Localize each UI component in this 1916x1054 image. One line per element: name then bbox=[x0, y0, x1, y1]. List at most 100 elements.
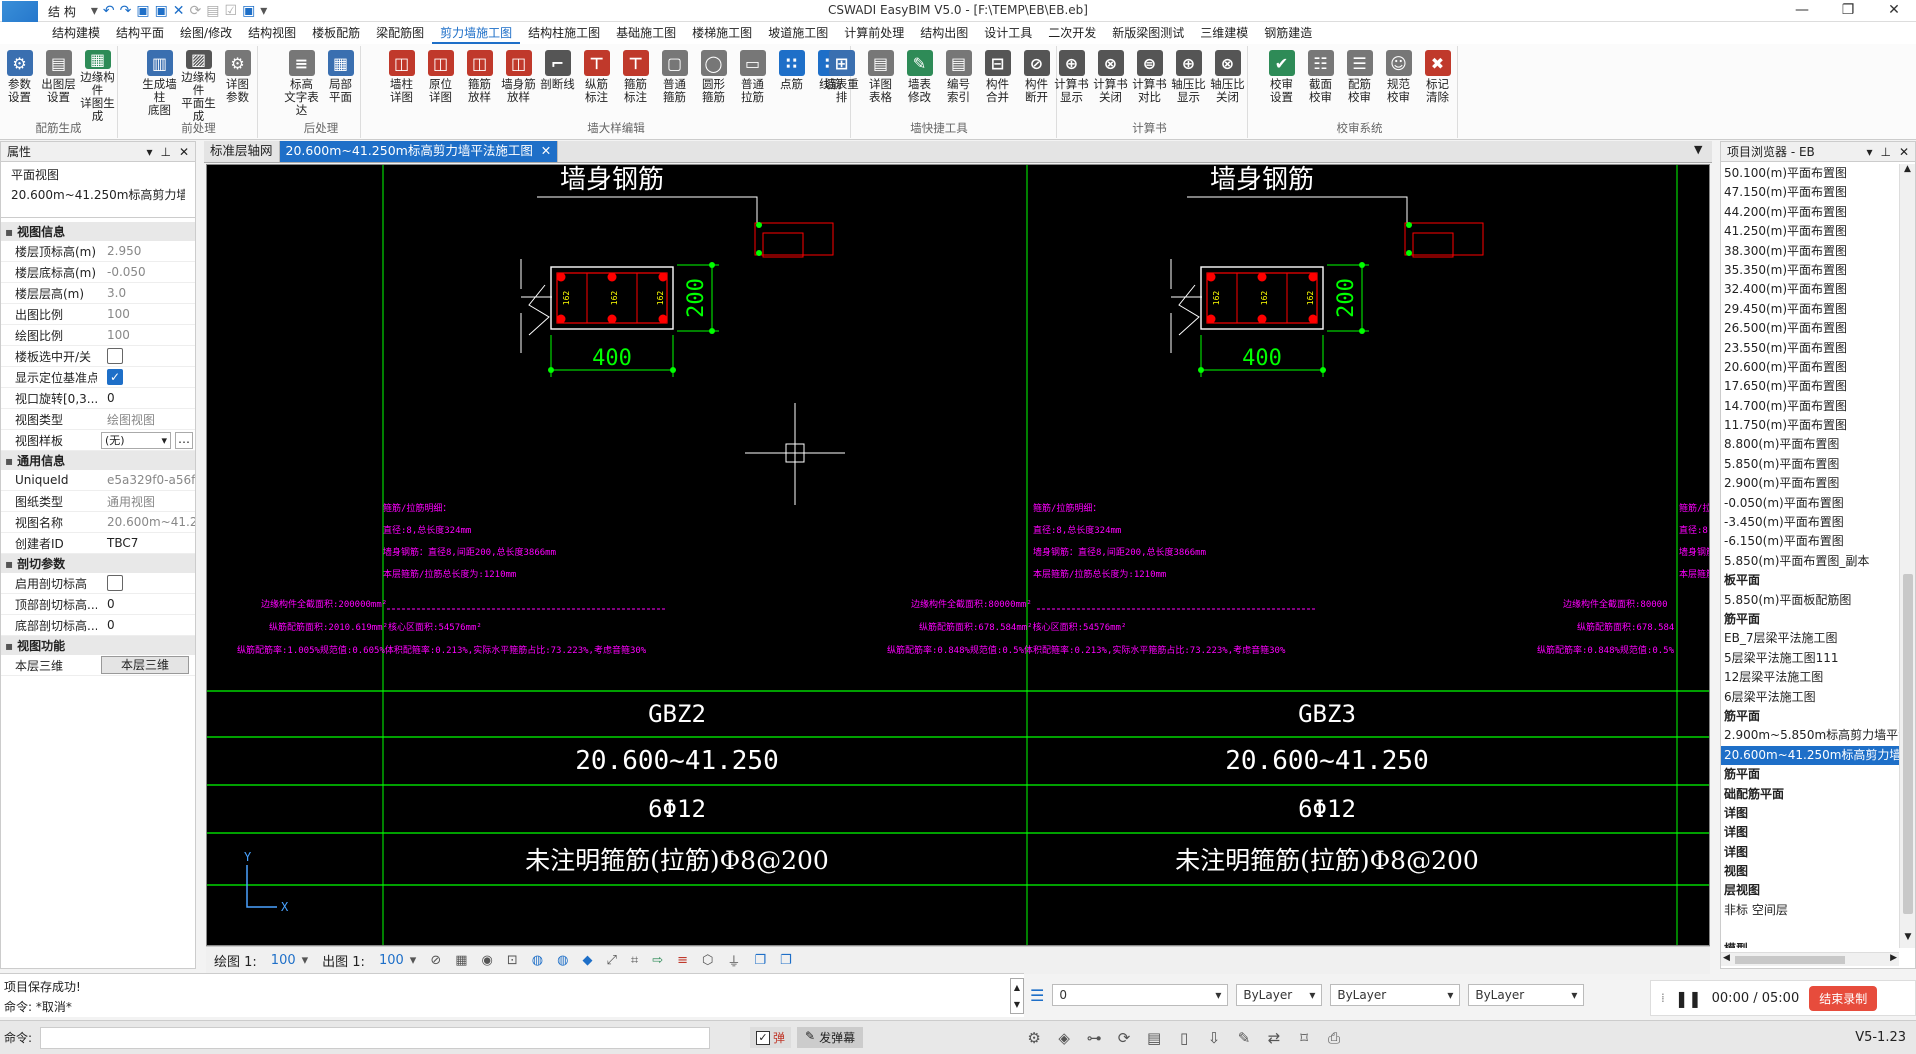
linetype-select[interactable]: ByLayer ▾ bbox=[1330, 984, 1461, 1006]
restore-icon[interactable]: ❐ bbox=[1826, 0, 1870, 22]
ribbon-button[interactable]: ▨ 边缘构件 平面生成 bbox=[179, 46, 218, 123]
command-area[interactable]: 项目保存成功! 命令: *取消* ▲ ▼ bbox=[0, 973, 1024, 1017]
ribbon-button[interactable]: ⊗ 轴压比 关闭 bbox=[1208, 46, 1247, 118]
view-template-select[interactable]: (无) ▾ bbox=[101, 431, 171, 449]
drawing-canvas[interactable]: 墙身钢筋 162 162 162 200 400 箍筋/拉筋明细： 直径:8,总长度324mm… bbox=[206, 164, 1710, 946]
ribbon-button[interactable]: ☰ 配筋 校审 bbox=[1340, 46, 1379, 118]
ribbon-button[interactable]: ⊕ 轴压比 显示 bbox=[1169, 46, 1208, 118]
ribbon-button[interactable]: ≡ 标高 文字表达 bbox=[282, 46, 321, 118]
browser-item[interactable]: -6.150(m)平面布置图 bbox=[1721, 532, 1899, 551]
column-detail-panel[interactable]: 墙身钢筋 162 162 162 200 400 箍筋/拉筋明细： 直径:8,总长度324mm… bbox=[887, 165, 1484, 875]
browser-item[interactable]: 20.600(m)平面布置图 bbox=[1721, 358, 1899, 377]
menu-item[interactable]: 三维建模 bbox=[1192, 22, 1256, 44]
menu-item[interactable]: 梁配筋图 bbox=[368, 22, 432, 44]
scroll-left-icon[interactable]: ◀ bbox=[1723, 953, 1730, 963]
ribbon-button[interactable]: ☷ 截面 校审 bbox=[1301, 46, 1340, 118]
material-icon[interactable]: ◆ bbox=[582, 953, 592, 968]
browser-item[interactable]: 44.200(m)平面布置图 bbox=[1721, 203, 1899, 222]
ribbon-button[interactable]: ✎ 墙表 修改 bbox=[900, 46, 939, 118]
ribbon-button[interactable]: ⊘ 构件 断开 bbox=[1017, 46, 1056, 118]
browser-item[interactable]: 17.650(m)平面布置图 bbox=[1721, 377, 1899, 396]
cad-drawing[interactable]: 墙身钢筋 162 162 162 200 400 箍筋/拉筋明细： 直径:8,总长度324mm… bbox=[207, 165, 1710, 946]
browser-item[interactable]: 板平面 bbox=[1721, 571, 1899, 590]
ribbon-button[interactable]: ⊗ 计算书 关闭 bbox=[1091, 46, 1130, 118]
browser-item[interactable]: 47.150(m)平面布置图 bbox=[1721, 183, 1899, 202]
property-section-header[interactable]: ▪ 视图功能 bbox=[1, 636, 195, 655]
color-scheme2-icon[interactable]: ◍ bbox=[557, 953, 568, 968]
lock-icon[interactable]: ⊡ bbox=[507, 953, 518, 968]
browser-item[interactable]: 非标 空间层 bbox=[1721, 901, 1899, 920]
ribbon-button[interactable]: ▢ 普通 箍筋 bbox=[655, 46, 694, 118]
menu-item[interactable]: 坡道施工图 bbox=[760, 22, 836, 44]
dwg-export-icon[interactable]: ⇩ bbox=[1203, 1027, 1225, 1049]
dropdown-icon[interactable]: ▾ bbox=[146, 145, 152, 159]
collapse-icon[interactable]: ▪ bbox=[5, 557, 13, 571]
close-icon[interactable]: ✕ bbox=[179, 145, 189, 159]
tab-list-icon[interactable]: ▼ bbox=[1694, 143, 1702, 156]
rotate-icon[interactable]: ⟳ bbox=[1113, 1027, 1135, 1049]
hierarchy-icon[interactable]: ⊶ bbox=[1083, 1027, 1105, 1049]
menu-item[interactable]: 钢筋建造 bbox=[1256, 22, 1320, 44]
browser-item[interactable]: 23.550(m)平面布置图 bbox=[1721, 339, 1899, 358]
property-value[interactable]: TBC7 bbox=[97, 536, 195, 550]
crop-icon[interactable]: ⌗ bbox=[631, 953, 638, 968]
menu-item[interactable]: 设计工具 bbox=[976, 22, 1040, 44]
local-3d-button[interactable]: 本层三维 bbox=[101, 656, 189, 674]
collapse-icon[interactable]: ▪ bbox=[5, 639, 13, 653]
property-value[interactable]: 0 bbox=[97, 618, 195, 632]
stop-recording-button[interactable]: 结束录制 bbox=[1809, 985, 1878, 1011]
layer-select[interactable]: 0 ▾ bbox=[1052, 984, 1229, 1006]
layers-toggle-icon[interactable]: ≡ bbox=[677, 953, 688, 968]
property-section-header[interactable]: ▪ 剖切参数 bbox=[1, 554, 195, 573]
ribbon-button[interactable]: ⌐ 剖断线 bbox=[538, 46, 577, 118]
command-scroll[interactable]: ▲ ▼ bbox=[1010, 978, 1024, 1014]
browser-item[interactable] bbox=[1721, 920, 1899, 939]
ribbon-button[interactable]: ⚙ 参数 设置 bbox=[0, 46, 39, 118]
browser-item[interactable]: 筋平面 bbox=[1721, 610, 1899, 629]
visibility-icon[interactable]: ⊘ bbox=[430, 953, 441, 968]
eye-icon[interactable]: ◉ bbox=[482, 953, 493, 968]
menu-item[interactable]: 剪力墙施工图 bbox=[432, 22, 521, 44]
color-select[interactable]: ByLayer ▾ bbox=[1236, 984, 1323, 1006]
filter-icon[interactable]: ⏚ bbox=[727, 951, 740, 970]
scroll-up-icon[interactable]: ▲ bbox=[1900, 164, 1915, 180]
ribbon-button[interactable]: ✖ 标记 清除 bbox=[1418, 46, 1457, 118]
close-tab-icon[interactable]: ✕ bbox=[537, 143, 551, 158]
ribbon-button[interactable]: ⊟ 构件 合并 bbox=[978, 46, 1017, 118]
browser-item[interactable]: 础配筋平面 bbox=[1721, 785, 1899, 804]
browser-item[interactable]: 14.700(m)平面布置图 bbox=[1721, 397, 1899, 416]
window-icon[interactable]: ❐ bbox=[754, 953, 766, 968]
ribbon-button[interactable]: ▤ 编号 索引 bbox=[939, 46, 978, 118]
property-checkbox[interactable] bbox=[107, 348, 123, 364]
browser-item[interactable]: 详图 bbox=[1721, 843, 1899, 862]
browser-item[interactable]: -0.050(m)平面布置图 bbox=[1721, 494, 1899, 513]
color-scheme-icon[interactable]: ◍ bbox=[532, 953, 543, 968]
panel-icon[interactable]: ▯ bbox=[1173, 1027, 1195, 1049]
list-icon[interactable]: ▤ bbox=[1143, 1027, 1165, 1049]
ribbon-button[interactable]: ▦ 边缘构件 详图生成 bbox=[78, 46, 117, 123]
browser-item[interactable]: 详图 bbox=[1721, 804, 1899, 823]
scroll-thumb[interactable] bbox=[1903, 574, 1913, 914]
ribbon-button[interactable]: ⚙ 详图 参数 bbox=[218, 46, 257, 118]
menu-item[interactable]: 楼梯施工图 bbox=[684, 22, 760, 44]
ribbon-button[interactable]: ▭ 普通 拉筋 bbox=[733, 46, 772, 118]
hscroll-thumb[interactable] bbox=[1735, 956, 1845, 964]
pin-icon[interactable]: ⊥ bbox=[160, 145, 170, 159]
browser-item[interactable]: 模型 bbox=[1721, 940, 1899, 948]
menu-item[interactable]: 结构出图 bbox=[912, 22, 976, 44]
lineweight-select[interactable]: ByLayer ▾ bbox=[1468, 984, 1585, 1006]
property-checkbox[interactable] bbox=[107, 575, 123, 591]
scroll-right-icon[interactable]: ▶ bbox=[1890, 953, 1897, 963]
document-tab[interactable]: 20.600m~41.250m标高剪力墙平法施工图 ✕ bbox=[279, 141, 559, 162]
collapse-icon[interactable]: ▪ bbox=[5, 454, 13, 468]
browser-item[interactable]: 26.500(m)平面布置图 bbox=[1721, 319, 1899, 338]
collapse-icon[interactable]: ▪ bbox=[5, 225, 13, 239]
browser-item[interactable]: 2.900m~5.850m标高剪力墙平法 bbox=[1721, 726, 1899, 745]
pause-icon[interactable]: ❚❚ bbox=[1675, 989, 1702, 1008]
menu-item[interactable]: 绘图/修改 bbox=[172, 22, 240, 44]
barrage-button[interactable]: ✎ 发弹幕 bbox=[797, 1027, 864, 1048]
menu-item[interactable]: 结构建模 bbox=[44, 22, 108, 44]
pin-icon[interactable]: ⊥ bbox=[1880, 145, 1890, 159]
settings-icon[interactable]: ⚙ bbox=[1023, 1027, 1045, 1049]
column-detail-panel[interactable]: 墙身钢筋 162 162 162 200 400 箍筋/拉筋明细： 直径:8,总长度324mm… bbox=[237, 165, 834, 875]
